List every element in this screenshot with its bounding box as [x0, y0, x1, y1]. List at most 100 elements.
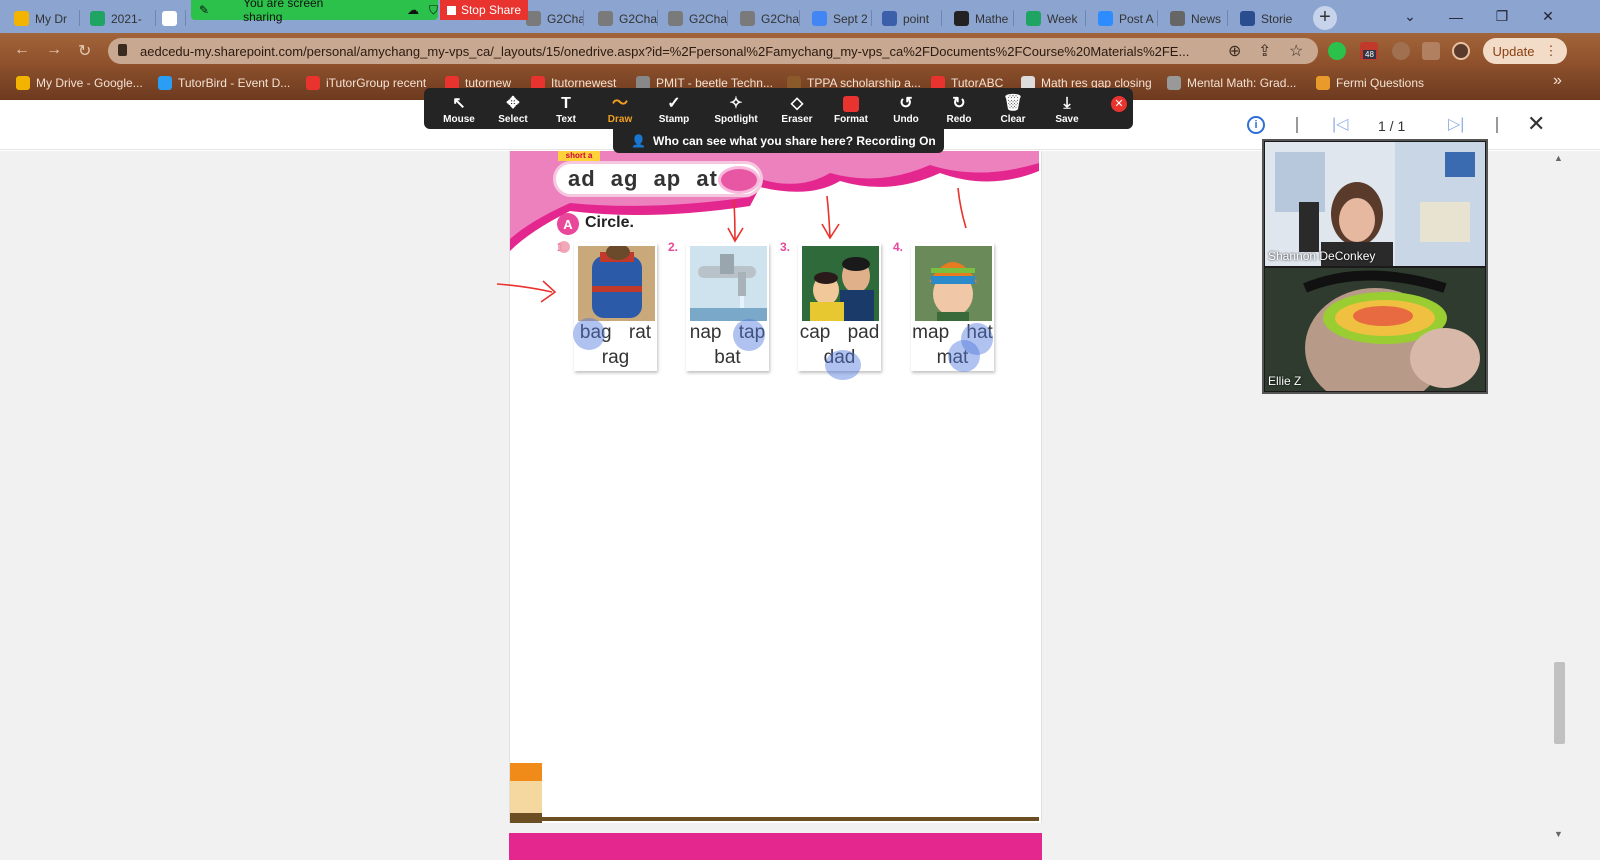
bookmark-item[interactable]: iTutorGroup recent: [306, 74, 426, 92]
participant-video[interactable]: [1265, 142, 1485, 266]
scroll-up-icon[interactable]: ▲: [1554, 153, 1563, 163]
last-page-icon[interactable]: ▷|: [1448, 114, 1464, 134]
minimize-button[interactable]: —: [1433, 0, 1479, 33]
tab-search-icon[interactable]: ⌄: [1387, 0, 1433, 33]
tab-separator: [727, 10, 728, 26]
screen-sharing-indicator[interactable]: ✎ You are screen sharing ☁ ⛉: [191, 0, 438, 24]
tool-select-button[interactable]: ✥ Select: [487, 94, 539, 128]
stamp-icon: ✓: [667, 95, 681, 112]
cloud-icon: ☁: [406, 3, 419, 17]
tab-separator: [1227, 10, 1228, 26]
browser-tab[interactable]: 2021-: [84, 4, 156, 33]
tool-stamp-button[interactable]: ✓ Stamp: [648, 94, 700, 128]
tab-label: My Dr: [35, 11, 67, 26]
participant-name: Ellie Z: [1268, 374, 1302, 388]
tab-favicon-icon: [1026, 11, 1041, 26]
tool-label: Draw: [607, 114, 633, 125]
tool-undo-button[interactable]: ↺ Undo: [880, 94, 932, 128]
tab-favicon-icon: [954, 11, 969, 26]
browser-tab[interactable]: News: [1164, 4, 1228, 33]
tab-label: point: [903, 11, 930, 26]
participant-name: Shannon DeConkey: [1268, 249, 1376, 263]
tab-label: G2Cha: [619, 11, 658, 26]
browser-tab[interactable]: My Dr: [8, 4, 80, 33]
format-icon: [825, 94, 877, 114]
browser-tab[interactable]: G2Cha: [734, 4, 800, 33]
forward-icon[interactable]: →: [46, 41, 62, 59]
tool-spotlight-button[interactable]: ✧ Spotlight: [710, 94, 762, 128]
tool-redo-button[interactable]: ↻ Redo: [933, 94, 985, 128]
bookmark-star-icon[interactable]: ☆: [1289, 41, 1303, 61]
section-title: Circle.: [585, 214, 634, 231]
browser-tab[interactable]: G2Cha: [592, 4, 658, 33]
divider: [1496, 117, 1498, 133]
share-page-icon[interactable]: ⇪: [1258, 41, 1271, 61]
new-tab-button[interactable]: +: [1313, 6, 1337, 30]
browser-tab[interactable]: Week: [1020, 4, 1086, 33]
info-icon[interactable]: i: [1247, 116, 1265, 134]
tab-separator: [941, 10, 942, 26]
close-window-button[interactable]: ✕: [1525, 0, 1571, 33]
highlight-annotation: [733, 319, 765, 351]
tool-draw-button[interactable]: 〜 Draw: [594, 94, 646, 128]
extension-badge-icon[interactable]: 48: [1360, 42, 1378, 60]
tool-format-button[interactable]: Format: [825, 94, 877, 128]
update-button[interactable]: Update ⋮: [1483, 38, 1567, 64]
scrollbar-thumb[interactable]: [1554, 662, 1565, 744]
tool-clear-button[interactable]: 🗑 Clear: [987, 94, 1039, 128]
scrollbar-track[interactable]: [1551, 151, 1568, 860]
browser-tab[interactable]: [156, 4, 186, 33]
close-toolbar-icon[interactable]: ✕: [1111, 96, 1127, 112]
browser-tab[interactable]: point: [876, 4, 942, 33]
extension-icon[interactable]: [1392, 42, 1410, 60]
participant-video[interactable]: [1265, 268, 1485, 391]
bookmarks-overflow-icon[interactable]: »: [1553, 72, 1562, 90]
bookmark-label: My Drive - Google...: [36, 76, 143, 90]
tool-label: Redo: [946, 114, 972, 125]
reload-icon[interactable]: ↻: [78, 41, 91, 61]
undo-icon: ↺: [899, 95, 913, 112]
tool-mouse-button[interactable]: ↖ Mouse: [433, 94, 485, 128]
tool-save-button[interactable]: ⤓ Save: [1041, 94, 1093, 128]
tool-label: Save: [1055, 114, 1079, 125]
highlight-annotation: [825, 350, 861, 380]
tab-favicon-icon: [882, 11, 897, 26]
tool-eraser-button[interactable]: ◇ Eraser: [771, 94, 823, 128]
bookmark-item[interactable]: TutorBird - Event D...: [158, 74, 290, 92]
tab-favicon-icon: [668, 11, 683, 26]
bookmark-item[interactable]: Fermi Questions: [1316, 74, 1424, 92]
recording-notice[interactable]: 👤 Who can see what you share here? Recor…: [613, 129, 944, 153]
bookmark-item[interactable]: Mental Math: Grad...: [1167, 74, 1296, 92]
stop-icon: [446, 5, 456, 15]
tool-text-button[interactable]: T Text: [540, 94, 592, 128]
browser-tab[interactable]: Mathe: [948, 4, 1014, 33]
first-page-icon[interactable]: |◁: [1332, 114, 1348, 134]
tab-favicon-icon: [1170, 11, 1185, 26]
tab-favicon-icon: [740, 11, 755, 26]
browser-tab[interactable]: Sept 2: [806, 4, 872, 33]
browser-tab[interactable]: Storie: [1234, 4, 1302, 33]
restore-button[interactable]: ❐: [1479, 0, 1525, 33]
stop-share-label: Stop Share: [460, 3, 522, 17]
scroll-down-icon[interactable]: ▼: [1554, 829, 1563, 839]
stop-share-button[interactable]: Stop Share: [440, 0, 528, 20]
close-viewer-icon[interactable]: ✕: [1527, 111, 1545, 137]
zoom-icon[interactable]: ⊕: [1228, 41, 1241, 61]
browser-tab[interactable]: G2Cha: [662, 4, 728, 33]
back-icon[interactable]: ←: [14, 41, 30, 59]
page-indicator: 1 / 1: [1378, 118, 1406, 134]
browser-tab[interactable]: G2Cha: [520, 4, 584, 33]
highlight-annotation: [948, 340, 980, 372]
address-input[interactable]: aedcedu-my.sharepoint.com/personal/amych…: [108, 38, 1318, 64]
browser-tab[interactable]: Post A: [1092, 4, 1158, 33]
bookmark-item[interactable]: My Drive - Google...: [16, 74, 143, 92]
extensions-puzzle-icon[interactable]: [1422, 42, 1440, 60]
bookmark-favicon-icon: [1167, 76, 1181, 90]
item-photo: [690, 246, 767, 321]
profile-avatar[interactable]: [1452, 42, 1470, 60]
item-number: 2.: [668, 240, 679, 254]
extension-green-icon[interactable]: [1328, 42, 1346, 60]
lock-icon[interactable]: [118, 44, 127, 56]
redo-icon: ↻: [952, 95, 966, 112]
rule-tag: short a: [558, 151, 600, 161]
